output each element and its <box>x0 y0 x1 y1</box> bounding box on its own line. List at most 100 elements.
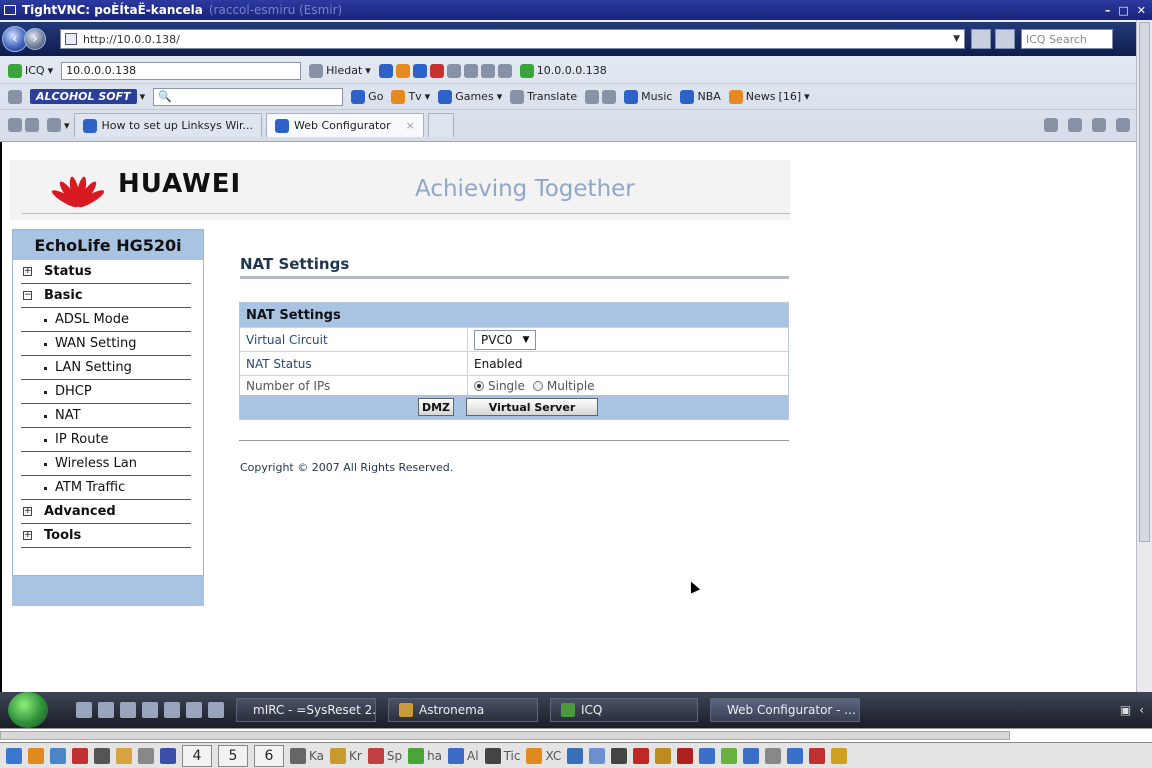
tab-linksys[interactable]: How to set up Linksys Wir... <box>73 113 263 137</box>
tray-update-icon[interactable] <box>787 747 804 764</box>
horizontal-scrollbar[interactable] <box>0 728 1152 742</box>
minimize-button[interactable]: – <box>1105 4 1111 17</box>
browser-icon[interactable] <box>448 747 465 764</box>
page-menu-icon[interactable] <box>1116 118 1130 132</box>
calc-icon[interactable] <box>142 702 158 718</box>
launcher-icon[interactable] <box>116 747 132 764</box>
alcohol-search-combo[interactable]: 🔍 <box>153 87 344 106</box>
sidebar-item-basic[interactable]: − Basic <box>21 284 191 308</box>
tab-list-icon[interactable] <box>47 118 61 132</box>
tray-record-icon[interactable] <box>633 747 650 764</box>
vertical-scrollbar[interactable] <box>1136 20 1152 692</box>
sidebar-item-wireless-lan[interactable]: Wireless Lan <box>21 452 191 476</box>
address-bar[interactable]: http://10.0.0.138/ ▼ <box>60 29 965 49</box>
sidebar-item-status[interactable]: + Status <box>21 260 191 284</box>
sidebar-item-dhcp[interactable]: DHCP <box>21 380 191 404</box>
sidebar-item-nat[interactable]: NAT <box>21 404 191 428</box>
globe-icon[interactable] <box>186 702 202 718</box>
sidebar-item-atm-traffic[interactable]: ATM Traffic <box>21 476 191 500</box>
task-label[interactable]: ha <box>427 749 442 763</box>
tray-clipboard-icon[interactable] <box>589 747 606 764</box>
tool-icon[interactable] <box>164 702 180 718</box>
kde-menu-icon[interactable] <box>6 747 22 764</box>
tab-close-icon[interactable]: × <box>406 119 415 132</box>
desktop-icon[interactable] <box>76 702 92 718</box>
tray-expand-icon[interactable]: ‹ <box>1139 703 1144 717</box>
tray-globe-icon[interactable] <box>567 747 584 764</box>
xchat-icon[interactable] <box>526 747 543 764</box>
desktop-5[interactable]: 5 <box>218 744 248 767</box>
toolbar-icons-group[interactable] <box>378 63 512 78</box>
browser-icon[interactable] <box>120 702 136 718</box>
tray-alert-icon[interactable] <box>809 747 826 764</box>
home-icon[interactable] <box>1044 118 1058 132</box>
collapse-icon[interactable]: − <box>23 291 32 300</box>
go-button[interactable]: Go <box>351 89 383 104</box>
search-input[interactable]: ICQ Search <box>1021 29 1113 49</box>
address-dropdown-icon[interactable]: ▼ <box>953 34 960 44</box>
sidebar-item-wan-setting[interactable]: WAN Setting <box>21 332 191 356</box>
icq-button[interactable]: ICQ ▾ <box>8 63 53 78</box>
vertical-scrollbar-thumb[interactable] <box>1139 22 1150 542</box>
gear-icon[interactable] <box>208 702 224 718</box>
tray-app-icon[interactable] <box>721 747 738 764</box>
games-button[interactable]: Games ▾ <box>438 89 502 104</box>
sidebar-item-advanced[interactable]: + Advanced <box>21 500 191 524</box>
start-button[interactable] <box>8 692 48 728</box>
tray-net-icon[interactable] <box>743 747 760 764</box>
sidebar-item-lan-setting[interactable]: LAN Setting <box>21 356 191 380</box>
monitor-icon[interactable] <box>94 747 110 764</box>
feeds-icon[interactable] <box>1068 118 1082 132</box>
close-button[interactable]: ✕ <box>1137 4 1146 17</box>
tray-drive-icon[interactable] <box>765 747 782 764</box>
translate-button[interactable]: Translate <box>510 89 577 104</box>
volume-icon[interactable] <box>699 747 716 764</box>
writer-icon[interactable] <box>330 747 347 764</box>
opera-icon[interactable] <box>72 747 88 764</box>
news-button[interactable]: News [16] ▾ <box>728 89 810 104</box>
icq-flower-icon[interactable] <box>408 747 425 764</box>
task-label[interactable]: Ka <box>309 749 324 763</box>
tv-button[interactable]: Tv ▾ <box>391 89 430 104</box>
konsole-icon[interactable] <box>290 747 306 764</box>
tray-power-icon[interactable] <box>831 747 848 764</box>
task-label[interactable]: Al <box>467 749 479 763</box>
new-tab-button[interactable] <box>427 113 454 137</box>
favorites-star-icon[interactable] <box>8 118 22 132</box>
taskbar-item-icq[interactable]: ICQ <box>550 698 698 722</box>
music-button[interactable]: Music <box>624 89 672 104</box>
virtual-server-button[interactable]: Virtual Server <box>466 398 598 416</box>
vnc-viewer-icon[interactable] <box>484 747 501 764</box>
hledat-button[interactable]: Hledat ▾ <box>309 63 371 78</box>
toolbar-search-combo[interactable]: 10.0.0.0.138 <box>61 61 302 80</box>
editor-icon[interactable] <box>160 747 176 764</box>
horizontal-scrollbar-thumb[interactable] <box>0 731 1010 740</box>
desktop-6[interactable]: 6 <box>254 744 284 767</box>
taskbar-item-web-configurator[interactable]: Web Configurator - ... <box>710 698 860 722</box>
print-icon[interactable] <box>1092 118 1106 132</box>
tray-mail-icon[interactable] <box>611 747 628 764</box>
forward-button[interactable]: › <box>24 28 46 50</box>
network-icon[interactable] <box>50 747 66 764</box>
multiple-radio[interactable] <box>532 380 543 391</box>
sidebar-item-ip-route[interactable]: IP Route <box>21 428 191 452</box>
sidebar-item-adsl-mode[interactable]: ADSL Mode <box>21 308 191 332</box>
expand-icon[interactable]: + <box>23 507 32 516</box>
desktop-4[interactable]: 4 <box>182 744 212 767</box>
flag-icon[interactable] <box>677 747 694 764</box>
alcohol-soft-logo[interactable]: ALCOHOL SOFT <box>30 89 137 104</box>
vnc-icon[interactable] <box>138 747 154 764</box>
explorer-icon[interactable] <box>98 702 114 718</box>
task-label[interactable]: Sp <box>387 749 402 763</box>
maximize-button[interactable]: □ <box>1118 4 1128 17</box>
tray-k-icon[interactable] <box>655 747 672 764</box>
expand-icon[interactable]: + <box>23 267 32 276</box>
virtual-circuit-select[interactable]: PVC0 ▼ <box>474 329 537 350</box>
taskbar-item-astronema[interactable]: Astronema <box>388 698 538 722</box>
home-folder-icon[interactable] <box>28 747 44 764</box>
dmz-button[interactable]: DMZ <box>418 398 454 416</box>
stop-icon[interactable] <box>995 29 1015 49</box>
tray-icon[interactable]: ▣ <box>1120 703 1131 717</box>
add-favorite-icon[interactable] <box>25 118 39 132</box>
refresh-icon[interactable] <box>971 29 991 49</box>
